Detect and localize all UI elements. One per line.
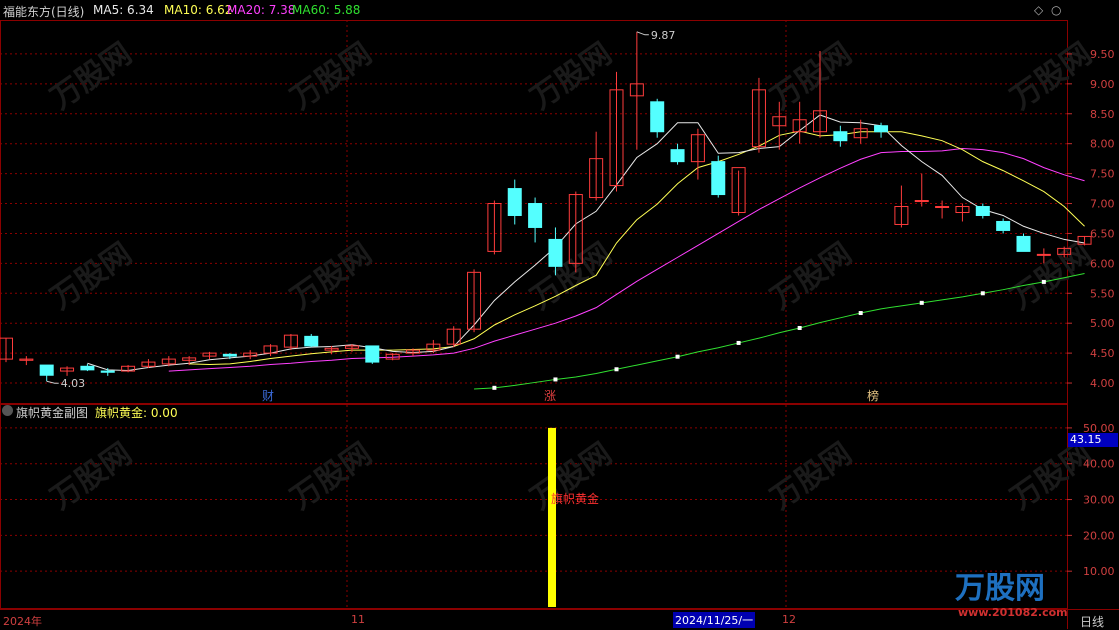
ma60-marker xyxy=(1041,279,1046,284)
candle-body xyxy=(670,149,685,163)
watermark-text: 万股网 xyxy=(285,236,379,316)
ma60-marker xyxy=(492,385,497,390)
candle-body xyxy=(650,101,665,133)
watermark-text: 万股网 xyxy=(765,36,859,116)
price-tick-label: 6.00 xyxy=(1090,257,1115,270)
time-label-month-12: 12 xyxy=(782,613,796,626)
candle-body xyxy=(975,206,990,216)
watermark-text: 万股网 xyxy=(765,236,859,316)
event-marker: 涨 xyxy=(544,388,556,403)
watermark-layer: 万股网 万股网 万股网 万股网 万股网万股网 万股网 万股网 万股网 万股网万股网 万股网 万股网万… xyxy=(45,36,1099,619)
ma60-marker xyxy=(614,367,619,372)
sub-tick-label: 40.00 xyxy=(1083,458,1115,471)
price-tick-label: 7.50 xyxy=(1090,168,1115,181)
candle-body xyxy=(833,131,848,142)
watermark-text: 万股网 xyxy=(45,236,139,316)
high-price-label: 9.87 xyxy=(651,29,676,42)
ma60-marker xyxy=(736,340,741,345)
watermark-text: 万股网 xyxy=(1005,36,1099,116)
watermark-text: 万股网 xyxy=(45,36,139,116)
current-value-tag: 43.15 xyxy=(1068,433,1118,447)
candle-body xyxy=(80,365,95,371)
sub-panel-title[interactable]: 旗帜黄金副图 xyxy=(16,404,88,421)
signal-label: 旗帜黄金 xyxy=(551,492,600,506)
watermark-text: 万股网 xyxy=(285,36,379,116)
price-tick-label: 8.00 xyxy=(1090,138,1115,151)
price-tick-label: 5.50 xyxy=(1090,287,1115,300)
candle-body xyxy=(935,206,950,209)
sub-panel-border xyxy=(0,404,1068,609)
price-tick-label: 4.50 xyxy=(1090,347,1115,360)
watermark-text: 万股网 xyxy=(525,36,619,116)
price-tick-label: 4.00 xyxy=(1090,377,1115,390)
price-tick-label: 8.50 xyxy=(1090,108,1115,121)
candle-body xyxy=(1036,253,1051,256)
price-axis-layer: 9.50 9.00 8.50 8.00 7.50 7.00 6.50 6.00 5.50 5.00… xyxy=(1067,48,1115,578)
sub-tick-label: 30.00 xyxy=(1083,494,1115,507)
candle-body xyxy=(1016,235,1031,252)
time-axis: 2024年 11 2024/11/25/一 12 日线 xyxy=(0,611,1119,629)
candle-body xyxy=(100,370,115,373)
candle-body xyxy=(874,125,889,133)
price-tick-label: 9.50 xyxy=(1090,48,1115,61)
high-pointer xyxy=(636,31,649,36)
price-tick-label: 9.00 xyxy=(1090,78,1115,91)
chart-canvas[interactable]: 万股网 万股网 万股网 万股网 万股网万股网 万股网 万股网 万股网 万股网万股网 万股网 万股网万… xyxy=(0,0,1119,629)
price-tick-label: 7.00 xyxy=(1090,198,1115,211)
ma60-marker xyxy=(797,325,802,330)
candle-body xyxy=(996,220,1011,231)
collapse-icon[interactable] xyxy=(2,405,13,416)
ma60-marker xyxy=(919,300,924,305)
price-tick-label: 6.50 xyxy=(1090,227,1115,240)
cursor-date-tag: 2024/11/25/一 xyxy=(673,612,756,628)
price-tick-label: 5.00 xyxy=(1090,317,1115,330)
candle-body xyxy=(222,353,237,357)
event-marker: 榜 xyxy=(867,388,879,403)
grid-layer xyxy=(0,20,1119,629)
time-label-year: 2024年 xyxy=(3,615,42,628)
signal-bar xyxy=(548,427,556,607)
candle-body xyxy=(507,188,522,216)
low-pointer xyxy=(46,380,59,384)
low-price-label: 4.03 xyxy=(61,377,85,390)
watermark-text: 万股网 xyxy=(285,436,379,516)
ma60-marker xyxy=(553,377,558,382)
candle-body xyxy=(914,200,929,203)
time-label-month-11: 11 xyxy=(351,613,365,626)
watermark-text: 万股网 xyxy=(45,436,139,516)
ma5-line xyxy=(87,114,1085,371)
watermark-text: 万股网 xyxy=(765,436,859,516)
candle-body xyxy=(39,364,54,376)
watermark-logo: 万股网 xyxy=(955,571,1045,606)
event-marker: 财 xyxy=(262,389,274,403)
ma60-marker xyxy=(675,354,680,359)
period-label[interactable]: 日线 xyxy=(1080,613,1104,630)
sub-tick-label: 20.00 xyxy=(1083,529,1115,542)
sub-panel-layer xyxy=(548,427,556,607)
candle-body xyxy=(711,161,726,196)
ma60-marker xyxy=(858,311,863,316)
indicator-value-label: 旗帜黄金: 0.00 xyxy=(95,406,178,420)
candle-body xyxy=(304,335,319,347)
candle-body xyxy=(528,203,543,228)
candle-body xyxy=(365,345,380,363)
ma60-marker xyxy=(980,291,985,296)
candle-body xyxy=(548,238,563,267)
ma10-line xyxy=(189,130,1085,365)
sub-tick-label: 10.00 xyxy=(1083,565,1115,578)
